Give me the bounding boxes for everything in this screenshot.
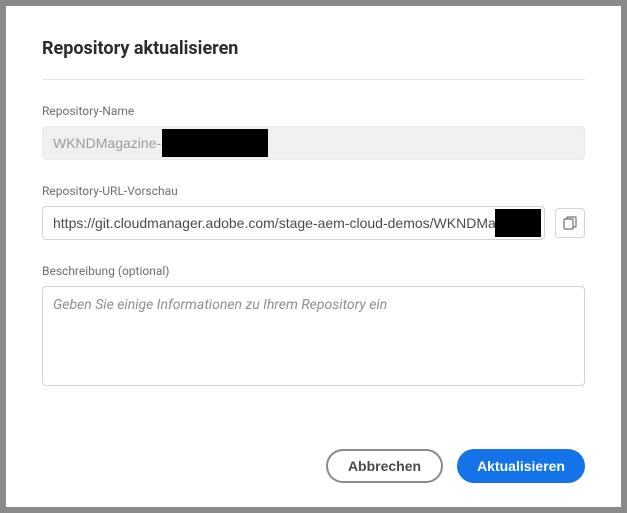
url-row [42, 206, 585, 240]
description-textarea[interactable] [42, 286, 585, 386]
cancel-button[interactable]: Abbrechen [326, 449, 443, 483]
dialog-footer: Abbrechen Aktualisieren [42, 433, 585, 483]
repository-url-input[interactable] [42, 206, 545, 240]
copy-url-button[interactable] [555, 208, 585, 238]
url-input-wrap [42, 206, 545, 240]
description-label: Beschreibung (optional) [42, 264, 585, 278]
copy-icon [563, 216, 577, 230]
repository-url-field: Repository-URL-Vorschau [42, 184, 585, 240]
dialog-title: Repository aktualisieren [42, 38, 585, 59]
repository-url-label: Repository-URL-Vorschau [42, 184, 585, 198]
update-repository-dialog: Repository aktualisieren Repository-Name… [6, 6, 621, 507]
divider [42, 79, 585, 80]
repository-name-input-wrap [42, 126, 585, 160]
repository-name-field: Repository-Name [42, 104, 585, 160]
submit-button[interactable]: Aktualisieren [457, 449, 585, 483]
description-field: Beschreibung (optional) [42, 264, 585, 390]
repository-name-input [42, 126, 585, 160]
repository-name-label: Repository-Name [42, 104, 585, 118]
